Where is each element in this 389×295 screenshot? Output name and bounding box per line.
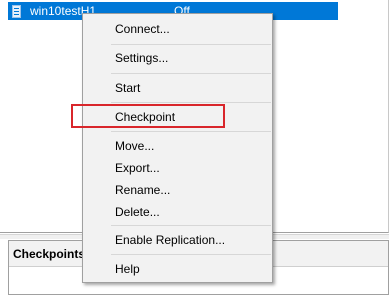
menu-item-label: Connect... <box>115 22 170 36</box>
menu-item-connect[interactable]: Connect... <box>83 18 272 40</box>
menu-item-rename[interactable]: Rename... <box>83 179 272 201</box>
menu-separator <box>111 225 271 226</box>
menu-item-label: Delete... <box>115 205 160 219</box>
menu-separator <box>111 73 271 74</box>
menu-item-start[interactable]: Start <box>83 77 272 99</box>
menu-separator <box>111 254 271 255</box>
menu-item-label: Settings... <box>115 51 169 65</box>
menu-item-move[interactable]: Move... <box>83 135 272 157</box>
menu-separator <box>111 131 271 132</box>
checkpoints-title: Checkpoints <box>13 247 86 261</box>
menu-item-export[interactable]: Export... <box>83 157 272 179</box>
menu-item-help[interactable]: Help <box>83 258 272 280</box>
vm-icon <box>12 5 21 18</box>
menu-item-label: Enable Replication... <box>115 233 226 247</box>
menu-item-delete[interactable]: Delete... <box>83 201 272 223</box>
context-menu: Connect... Settings... Start Checkpoint … <box>82 13 273 283</box>
menu-item-label: Move... <box>115 139 155 153</box>
menu-separator <box>111 44 271 45</box>
menu-item-enable-replication[interactable]: Enable Replication... <box>83 229 272 251</box>
menu-item-label: Rename... <box>115 183 171 197</box>
menu-item-label: Help <box>115 262 140 276</box>
menu-separator <box>111 102 271 103</box>
menu-item-label: Start <box>115 81 141 95</box>
checkpoint-highlight-box <box>71 104 225 128</box>
menu-item-label: Export... <box>115 161 160 175</box>
menu-item-settings[interactable]: Settings... <box>83 47 272 69</box>
